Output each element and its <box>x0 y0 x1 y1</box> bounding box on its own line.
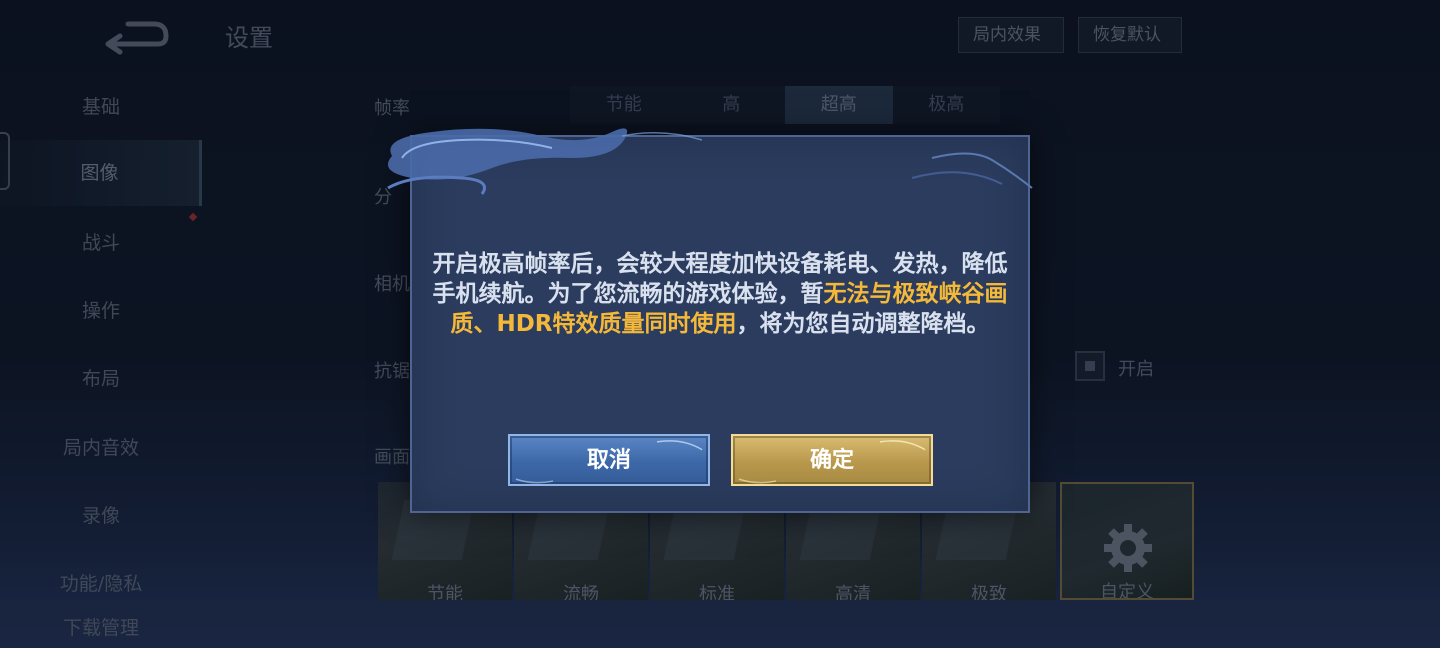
sidebar-item-combat[interactable]: 战斗 <box>0 210 202 276</box>
footer-strip: 下载管理 <box>0 600 1440 648</box>
quality-card-label: 自定义 <box>1100 582 1154 600</box>
sidebar-item-basic[interactable]: 基础 <box>0 74 202 140</box>
quality-label: 画面 <box>374 447 410 468</box>
dialog-message-text: ，将为您自动调整降档。 <box>736 311 990 337</box>
cancel-button-label: 取消 <box>586 448 631 473</box>
back-arrow-icon[interactable] <box>100 12 172 56</box>
gear-icon <box>1104 524 1152 572</box>
resolution-label: 分 <box>374 187 392 208</box>
quality-card-label: 极致 <box>971 584 1007 600</box>
quality-card-label: 节能 <box>427 584 463 600</box>
sidebar-item-replay[interactable]: 录像 <box>0 483 202 549</box>
ingame-effects-button[interactable]: 局内效果 <box>958 17 1064 53</box>
toggle-checkbox[interactable] <box>1075 351 1105 381</box>
sidebar-item-downloads[interactable]: 下载管理 <box>0 608 202 648</box>
quality-card-custom[interactable]: 自定义 <box>1060 482 1194 600</box>
confirm-button-label: 确定 <box>809 448 854 473</box>
quality-card-label: 标准 <box>699 584 735 600</box>
sidebar-item-controls[interactable]: 操作 <box>0 278 202 344</box>
sidebar: 基础 图像 战斗 操作 布局 局内音效 录像 功能/隐私 <box>0 70 202 648</box>
sidebar-item-ingame-audio[interactable]: 局内音效 <box>0 415 202 481</box>
restore-default-button[interactable]: 恢复默认 <box>1078 17 1182 53</box>
confirm-dialog: 开启极高帧率后，会较大程度加快设备耗电、发热，降低手机续航。为了您流畅的游戏体验… <box>410 135 1030 513</box>
dialog-message: 开启极高帧率后，会较大程度加快设备耗电、发热，降低手机续航。为了您流畅的游戏体验… <box>432 249 1008 339</box>
frame-rate-option-power-saving[interactable]: 节能 <box>570 86 678 124</box>
frame-rate-option-super-high[interactable]: 超高 <box>785 86 893 124</box>
frame-rate-option-ultra-high[interactable]: 极高 <box>893 86 1001 124</box>
quality-card-label: 高清 <box>835 584 871 600</box>
cancel-button[interactable]: 取消 <box>508 434 710 486</box>
confirm-button[interactable]: 确定 <box>731 434 933 486</box>
frame-rate-selector: 节能 高 超高 极高 <box>570 86 1000 124</box>
frame-rate-label: 帧率 <box>374 98 410 119</box>
quality-card-label: 流畅 <box>563 584 599 600</box>
sidebar-item-layout[interactable]: 布局 <box>0 346 202 412</box>
sidebar-item-graphics[interactable]: 图像 <box>0 140 202 206</box>
toggle-label: 开启 <box>1118 359 1154 380</box>
camera-label: 相机 <box>374 274 410 295</box>
anti-aliasing-label: 抗锯 <box>374 361 410 382</box>
page-title: 设置 <box>225 24 273 52</box>
frame-rate-option-high[interactable]: 高 <box>678 86 786 124</box>
